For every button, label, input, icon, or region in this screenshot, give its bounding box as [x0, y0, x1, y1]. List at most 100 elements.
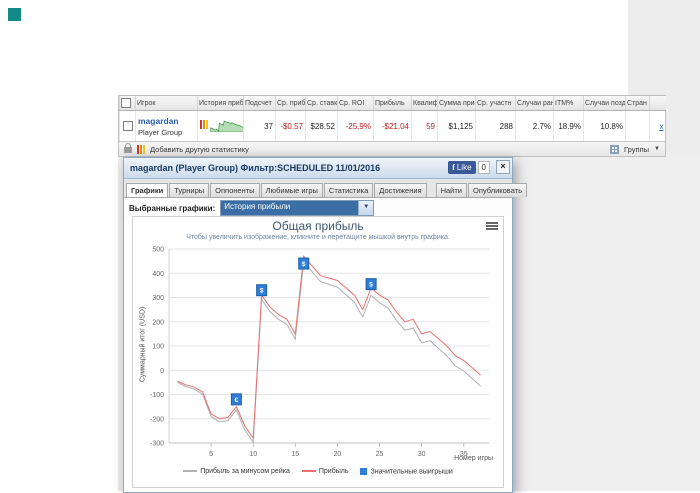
- svg-text:€: €: [235, 397, 239, 404]
- table-footer: Добавить другую статистику Группы ▼: [119, 141, 665, 156]
- add-statistic-button[interactable]: Добавить другую статистику: [150, 145, 249, 154]
- profit-sparkline[interactable]: [209, 120, 244, 133]
- chevron-down-icon: ▼: [654, 146, 660, 152]
- facebook-like-button[interactable]: f Like: [448, 161, 476, 174]
- chart-menu-icon[interactable]: [486, 222, 498, 231]
- profit-history-cell[interactable]: [197, 110, 244, 141]
- column-header-remove: [649, 96, 666, 111]
- cell-qualified: 59: [411, 110, 438, 141]
- cell-avg-entrants: 288: [475, 110, 516, 141]
- player-group-label: Player Group: [138, 127, 183, 137]
- selected-charts-label: Выбранные графики:: [129, 203, 216, 213]
- svg-text:20: 20: [334, 451, 342, 458]
- chart-title: Общая прибыль: [272, 219, 364, 233]
- svg-text:5: 5: [209, 451, 213, 458]
- tab-find[interactable]: Найти: [435, 183, 467, 197]
- chevron-down-icon: ▼: [358, 201, 374, 215]
- column-header-avg-roi[interactable]: Ср. ROI: [337, 96, 374, 111]
- tab-charts[interactable]: Графики: [126, 183, 169, 197]
- close-icon[interactable]: ×: [496, 160, 510, 174]
- x-axis-title: Номер игры: [454, 455, 493, 462]
- cell-avg-stake: $28.52: [305, 110, 338, 141]
- chart-plot-area[interactable]: -300-200-10001002003004005005 10 15 20 25 30 3…: [133, 243, 501, 461]
- mini-graph-icon: [200, 119, 208, 129]
- cell-count: 37: [243, 110, 276, 141]
- player-cell: magardan Player Group: [135, 110, 198, 141]
- y-axis-title: Суммарный итог (USD): [139, 306, 147, 383]
- groups-button[interactable]: Группы: [624, 145, 649, 154]
- tab-statistics[interactable]: Статистика: [323, 183, 374, 197]
- svg-text:-300: -300: [150, 441, 164, 448]
- tab-publish[interactable]: Опубликовать: [468, 183, 528, 197]
- svg-text:200: 200: [152, 319, 164, 326]
- select-all-checkbox[interactable]: [121, 98, 131, 108]
- svg-text:30: 30: [418, 451, 426, 458]
- svg-text:-100: -100: [150, 392, 164, 399]
- svg-text:300: 300: [152, 295, 164, 302]
- column-header-late-cases[interactable]: Случаи позд: [583, 96, 626, 111]
- player-link[interactable]: magardan: [138, 116, 195, 126]
- svg-text:10: 10: [249, 451, 257, 458]
- cell-itm: 18.9%: [553, 110, 584, 141]
- column-header-avg-profit[interactable]: Ср. приб: [275, 96, 306, 111]
- column-header-qualified[interactable]: Квалиф: [411, 96, 438, 111]
- svg-text:25: 25: [376, 451, 384, 458]
- column-header-count[interactable]: Подсчет: [243, 96, 276, 111]
- cell-country: [625, 110, 650, 141]
- svg-text:$: $: [260, 288, 264, 295]
- svg-text:500: 500: [152, 247, 164, 254]
- svg-text:-200: -200: [150, 416, 164, 423]
- legend-item-net-profit[interactable]: Прибыль за минусом рейка: [183, 468, 290, 475]
- legend-item-big-wins[interactable]: Значительные выигрыши: [360, 468, 453, 475]
- column-header-profit[interactable]: Прибыль: [373, 96, 412, 111]
- statistic-icon: [137, 144, 145, 154]
- table-row: magardan Player Group 37 -$0.57 $28.52 -…: [119, 110, 666, 141]
- legend-line-sample: [183, 470, 198, 473]
- remove-row-link[interactable]: x: [660, 122, 664, 131]
- table-header-row: Игрок История приб Подсчет Ср. приб Ср. …: [119, 96, 666, 111]
- column-header-history[interactable]: История приб: [197, 96, 244, 111]
- chart-controls: Выбранные графики: История прибыли ▼: [124, 198, 512, 218]
- select-all-header[interactable]: [119, 96, 136, 111]
- lock-icon: [124, 143, 132, 153]
- facebook-icon: f: [452, 163, 455, 172]
- chart-select-value: История прибыли: [221, 201, 359, 215]
- legend-square-sample: [360, 468, 368, 475]
- logo-fragment: [8, 8, 21, 21]
- legend-line-sample: [301, 470, 316, 473]
- tab-tournaments[interactable]: Турниры: [169, 183, 210, 197]
- profit-chart[interactable]: Общая прибыль Чтобы увеличить изображени…: [132, 216, 504, 488]
- cell-late-cases: 10.8%: [583, 110, 626, 141]
- column-header-avg-entrants[interactable]: Ср. участн: [475, 96, 516, 111]
- groups-icon: [610, 144, 620, 154]
- legend-item-profit[interactable]: Прибыль: [301, 468, 348, 475]
- chart-select[interactable]: История прибыли ▼: [220, 200, 375, 216]
- cell-profit: -$21.04: [373, 110, 412, 141]
- svg-text:100: 100: [152, 344, 164, 351]
- column-header-early-cases[interactable]: Случаи ран: [515, 96, 554, 111]
- column-header-player[interactable]: Игрок: [135, 96, 198, 111]
- facebook-like-widget: f Like 0: [448, 161, 490, 174]
- column-header-country[interactable]: Стран: [625, 96, 650, 111]
- svg-text:$: $: [369, 282, 373, 289]
- cell-avg-roi: -25.9%: [337, 110, 374, 141]
- chart-legend: Прибыль за минусом рейка Прибыль Значите…: [133, 468, 503, 475]
- column-header-itm[interactable]: ITM%: [553, 96, 584, 111]
- column-header-prize-total[interactable]: Сумма приз: [437, 96, 476, 111]
- player-stats-table: Игрок История приб Подсчет Ср. приб Ср. …: [118, 95, 666, 157]
- like-count-badge: 0: [477, 161, 490, 174]
- column-header-avg-stake[interactable]: Ср. ставк: [305, 96, 338, 111]
- svg-text:0: 0: [160, 368, 164, 375]
- row-checkbox-cell: [119, 110, 136, 141]
- svg-text:15: 15: [291, 451, 299, 458]
- row-checkbox[interactable]: [122, 121, 133, 131]
- tab-favorite-games[interactable]: Любимые игры: [260, 183, 323, 197]
- svg-text:400: 400: [152, 271, 164, 278]
- dialog-title: magardan (Player Group) Фильтр:SCHEDULED…: [130, 163, 381, 173]
- cell-prize-total: $1,125: [437, 110, 476, 141]
- chart-subtitle: Чтобы увеличить изображение, кликните и …: [186, 234, 450, 241]
- tab-opponents[interactable]: Оппоненты: [210, 183, 260, 197]
- player-graph-dialog: magardan (Player Group) Фильтр:SCHEDULED…: [123, 157, 528, 493]
- tab-achievements[interactable]: Достижения: [374, 183, 427, 197]
- cell-remove: x: [649, 110, 666, 141]
